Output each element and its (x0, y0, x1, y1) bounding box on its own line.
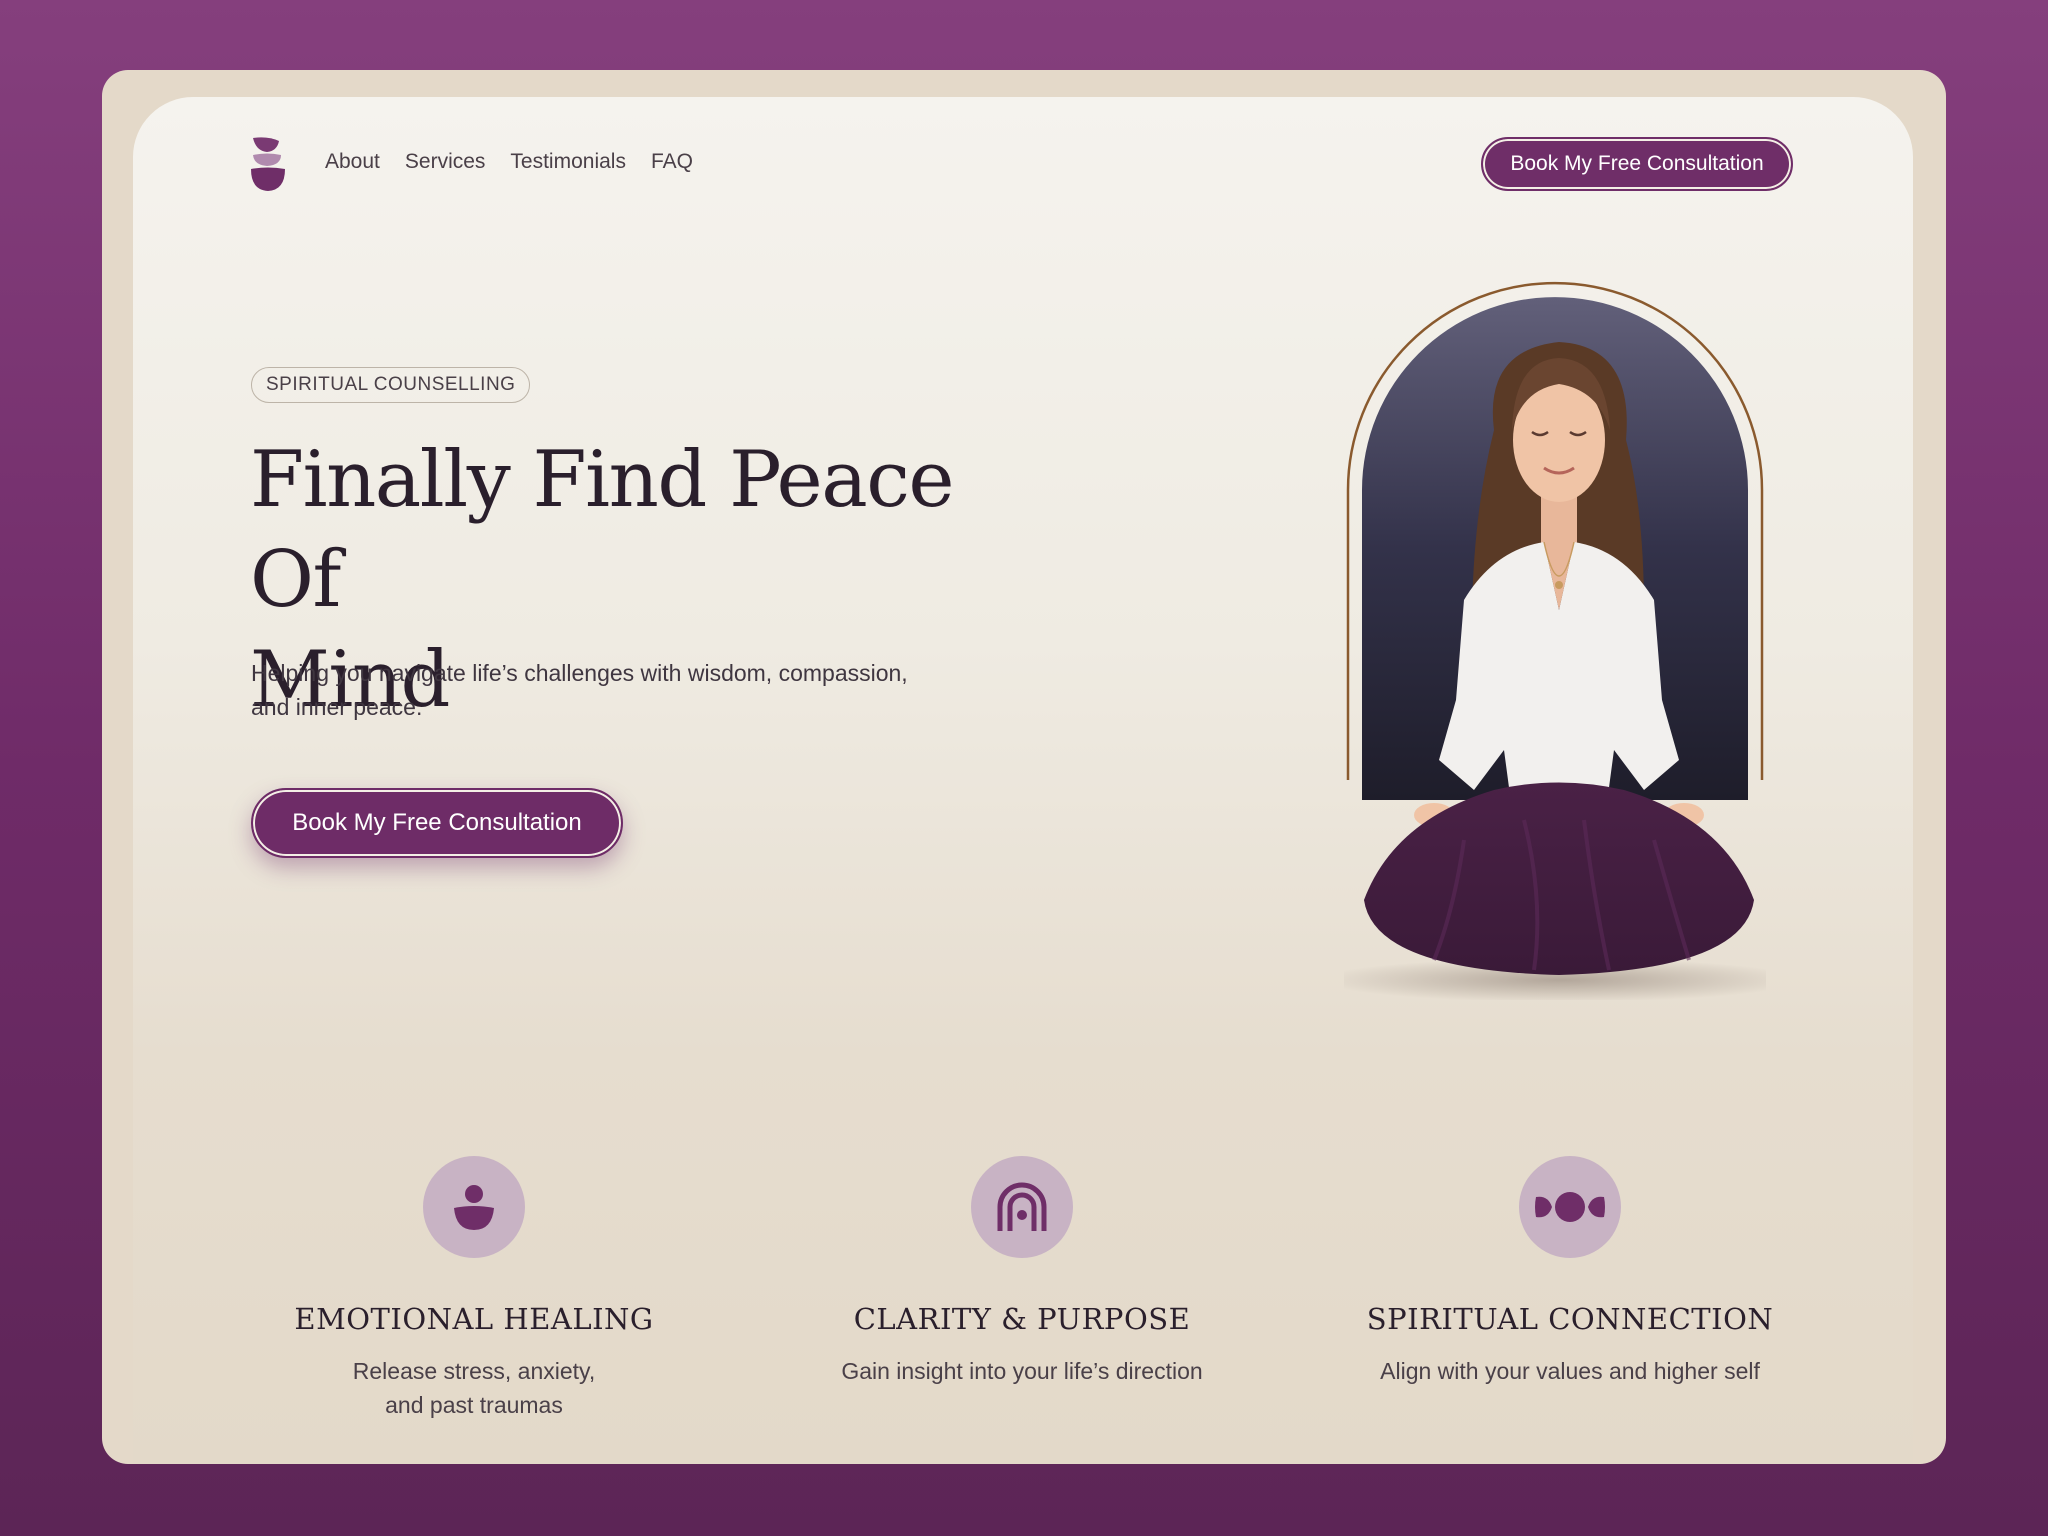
subtitle-line-1: Helping you navigate life’s challenges w… (251, 660, 908, 686)
nav-about[interactable]: About (325, 150, 380, 174)
hero-subtitle: Helping you navigate life’s challenges w… (251, 656, 1011, 724)
main-nav: About Services Testimonials FAQ (325, 150, 693, 174)
nav-services[interactable]: Services (405, 150, 486, 174)
feature-text: Gain insight into your life’s direction (742, 1354, 1302, 1388)
feature-text: Release stress, anxiety, and past trauma… (194, 1354, 754, 1422)
category-tag: SPIRITUAL COUNSELLING (251, 367, 531, 403)
subtitle-line-2: and inner peace. (251, 694, 423, 720)
feature-title: SPIRITUAL CONNECTION (1366, 1302, 1774, 1336)
feature-text-line-1: Align with your values and higher self (1380, 1358, 1760, 1384)
feature-title: CLARITY & PURPOSE (853, 1302, 1191, 1336)
header-consultation-button[interactable]: Book My Free Consultation (1481, 137, 1793, 191)
title-line-1: Finally Find Peace Of (250, 435, 955, 625)
nav-testimonials[interactable]: Testimonials (510, 150, 626, 174)
feature-title: EMOTIONAL HEALING (294, 1302, 654, 1336)
nav-faq[interactable]: FAQ (651, 150, 693, 174)
hero-consultation-button[interactable]: Book My Free Consultation (251, 788, 623, 858)
meditating-woman-illustration (1344, 281, 1766, 1000)
feature-emotional-healing: EMOTIONAL HEALING Release stress, anxiet… (194, 1156, 754, 1422)
feature-text-line-2: and past traumas (385, 1392, 563, 1418)
rainbow-arch-icon (971, 1156, 1073, 1258)
feature-spiritual-connection: SPIRITUAL CONNECTION Align with your val… (1290, 1156, 1850, 1388)
connection-icon (1519, 1156, 1621, 1258)
stacked-stones-logo[interactable] (250, 137, 286, 191)
feature-text-line-1: Release stress, anxiety, (352, 1358, 596, 1384)
feature-text: Align with your values and higher self (1290, 1354, 1850, 1388)
feature-clarity-purpose: CLARITY & PURPOSE Gain insight into your… (742, 1156, 1302, 1388)
feature-text-line-1: Gain insight into your life’s direction (841, 1358, 1203, 1384)
person-icon (423, 1156, 525, 1258)
